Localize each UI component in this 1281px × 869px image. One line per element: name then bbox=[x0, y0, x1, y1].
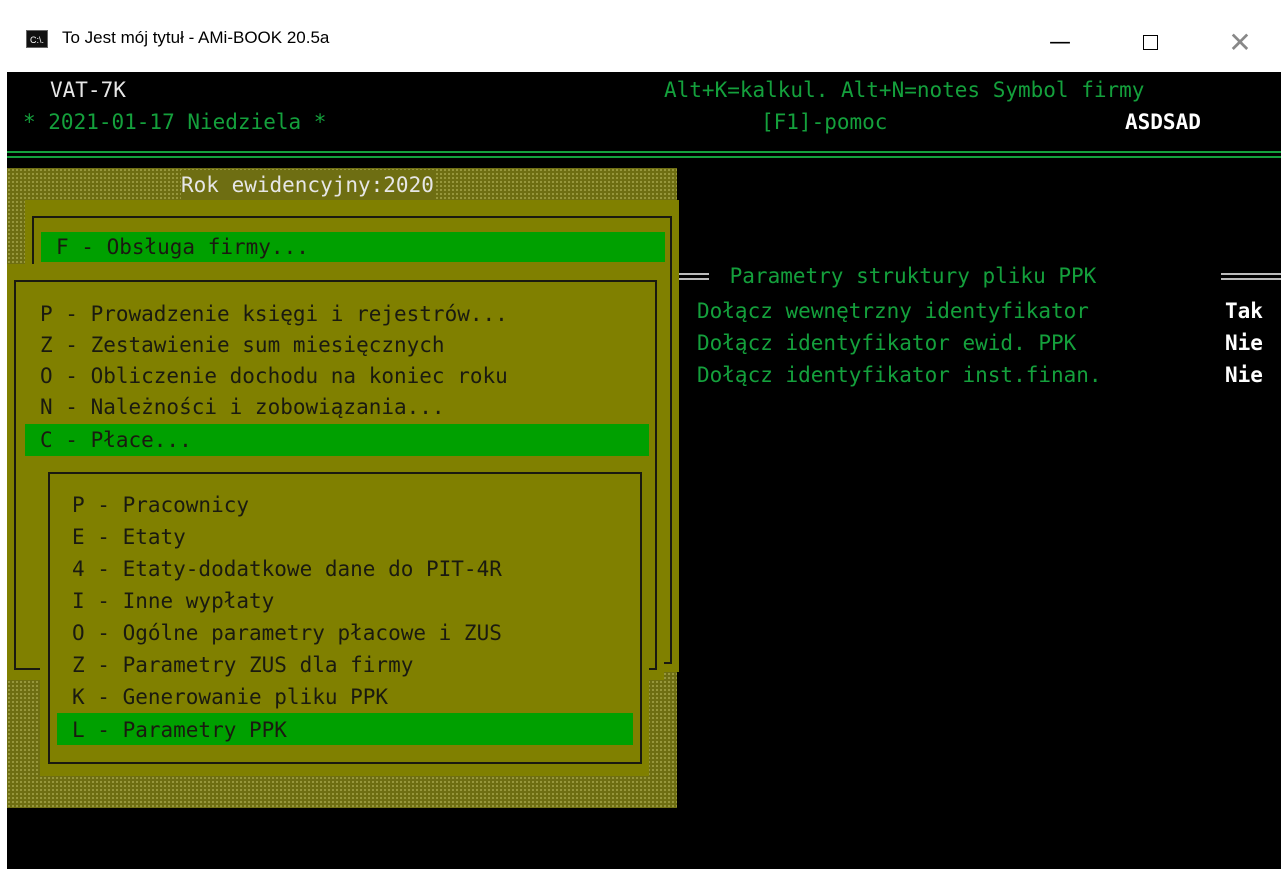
submenu-item-e[interactable]: E - Etaty bbox=[72, 522, 186, 552]
submenu-item-4[interactable]: 4 - Etaty-dodatkowe dane do PIT-4R bbox=[72, 554, 502, 584]
minimize-icon: — bbox=[1049, 29, 1071, 55]
doc-type: VAT-7K bbox=[50, 78, 126, 102]
submenu-item-l[interactable]: L - Parametry PPK bbox=[72, 715, 287, 745]
company-symbol: ASDSAD bbox=[1125, 110, 1201, 134]
ppk-title-rule-left-2 bbox=[679, 278, 709, 280]
main-menu-item-p[interactable]: P - Prowadzenie księgi i rejestrów... bbox=[40, 299, 508, 329]
ppk-param-value[interactable]: Nie bbox=[1225, 328, 1263, 358]
submenu-item-p[interactable]: P - Pracownicy bbox=[72, 490, 249, 520]
submenu-item-i[interactable]: I - Inne wypłaty bbox=[72, 586, 274, 616]
ppk-params-title: Parametry struktury pliku PPK bbox=[717, 264, 1109, 288]
ppk-param-label: Dołącz identyfikator inst.finan. bbox=[697, 363, 1102, 387]
header-divider bbox=[7, 151, 1281, 153]
minimize-button[interactable]: — bbox=[1030, 14, 1090, 70]
ppk-title-rule-right bbox=[1221, 273, 1281, 275]
year-label: Rok ewidencyjny:2020 bbox=[181, 170, 434, 200]
shortcuts-hint: Alt+K=kalkul. Alt+N=notes Symbol firmy bbox=[664, 78, 1145, 102]
ppk-param-value[interactable]: Nie bbox=[1225, 360, 1263, 390]
ppk-title-rule-left bbox=[679, 273, 709, 275]
maximize-button[interactable] bbox=[1120, 14, 1180, 70]
submenu-item-k[interactable]: K - Generowanie pliku PPK bbox=[72, 682, 388, 712]
window-title: To Jest mój tytuł - AMi-BOOK 20.5a bbox=[62, 28, 330, 47]
console-app-icon: C:\. bbox=[26, 30, 48, 48]
date-line: * 2021-01-17 Niedziela * bbox=[23, 110, 327, 134]
console-area: VAT-7K * 2021-01-17 Niedziela * Alt+K=ka… bbox=[7, 72, 1281, 869]
ppk-param-label: Dołącz wewnętrzny identyfikator bbox=[697, 299, 1089, 323]
header-divider-2 bbox=[7, 156, 1281, 158]
main-menu-item-c[interactable]: C - Płace... bbox=[40, 425, 192, 455]
menu-item-obsluga-firmy[interactable]: F - Obsługa firmy... bbox=[56, 232, 309, 262]
close-button[interactable]: ✕ bbox=[1210, 14, 1270, 70]
ppk-title-rule-right-2 bbox=[1221, 278, 1281, 280]
submenu-item-z[interactable]: Z - Parametry ZUS dla firmy bbox=[72, 650, 413, 680]
submenu-item-o[interactable]: O - Ogólne parametry płacowe i ZUS bbox=[72, 618, 502, 648]
main-menu-item-o[interactable]: O - Obliczenie dochodu na koniec roku bbox=[40, 361, 508, 391]
ppk-param-value[interactable]: Tak bbox=[1225, 296, 1263, 326]
close-icon: ✕ bbox=[1228, 25, 1252, 59]
main-menu-item-n[interactable]: N - Należności i zobowiązania... bbox=[40, 392, 445, 422]
main-menu-item-z[interactable]: Z - Zestawienie sum miesięcznych bbox=[40, 330, 445, 360]
help-hint: [F1]-pomoc bbox=[761, 110, 888, 134]
ppk-param-label: Dołącz identyfikator ewid. PPK bbox=[697, 331, 1077, 355]
maximize-icon bbox=[1142, 34, 1158, 50]
window-titlebar: C:\. To Jest mój tytuł - AMi-BOOK 20.5a … bbox=[0, 0, 1281, 72]
